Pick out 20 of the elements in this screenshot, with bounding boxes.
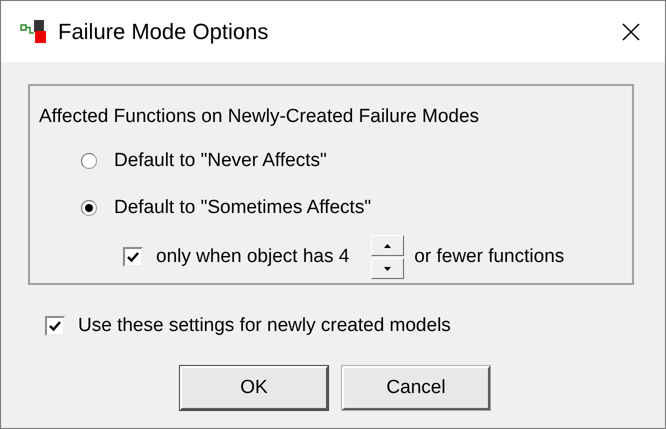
caret-up-icon (384, 244, 392, 248)
radio-button[interactable] (81, 200, 97, 216)
radio-label[interactable]: Default to "Never Affects" (114, 150, 327, 172)
checkmark-icon (127, 251, 139, 263)
radio-label[interactable]: Default to "Sometimes Affects" (114, 197, 372, 219)
checkbox-label[interactable]: Use these settings for newly created models (78, 315, 451, 337)
checkbox-label[interactable]: only when object has 4 (156, 246, 350, 268)
close-button[interactable] (620, 20, 642, 42)
cancel-button[interactable]: Cancel (342, 366, 490, 410)
caret-down-icon (384, 266, 392, 270)
spin-down-button[interactable] (371, 258, 404, 279)
checkmark-icon (49, 320, 61, 332)
checkbox[interactable] (45, 316, 65, 336)
radio-button[interactable] (81, 153, 97, 169)
window-title: Failure Mode Options (58, 18, 270, 44)
spin-up-button[interactable] (371, 235, 404, 256)
spinner-label: or fewer functions (414, 246, 564, 268)
ok-button[interactable]: OK (180, 366, 328, 410)
group-heading: Affected Functions on Newly-Created Failure Modes (39, 106, 480, 128)
checkbox[interactable] (123, 247, 143, 267)
